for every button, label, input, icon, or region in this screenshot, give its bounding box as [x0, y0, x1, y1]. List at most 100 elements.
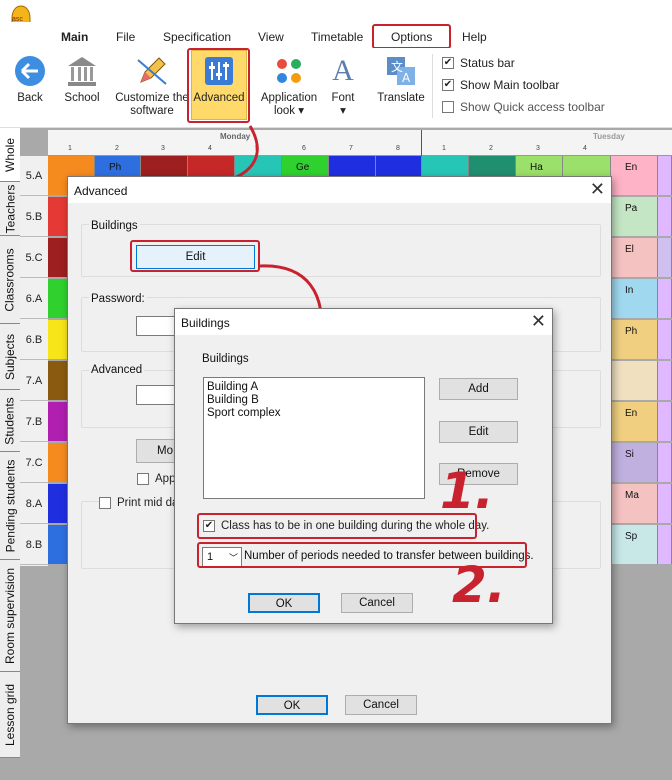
view-tabs: Whole Teachers Classrooms Subjects Students P…	[0, 128, 20, 758]
menu-specification[interactable]: Specification	[163, 30, 231, 44]
buildings-ok-button[interactable]: OK	[248, 593, 320, 613]
show-quick-access-label: Show Quick access toolbar	[460, 100, 605, 114]
tab-label: Lesson grid	[3, 683, 18, 746]
timetable-card-label: In	[625, 285, 634, 296]
period-number: 3	[536, 145, 540, 152]
menu-main[interactable]: Main	[61, 30, 88, 44]
class-row-label[interactable]: 6.A	[20, 279, 48, 319]
customize-button[interactable]: Customize the software	[114, 54, 190, 118]
annotation-number-2: 2.	[452, 556, 506, 614]
class-row-label[interactable]: 7.C	[20, 443, 48, 483]
tab-room-supervision[interactable]: Room supervision	[0, 560, 20, 672]
school-label: School	[64, 92, 100, 104]
timetable-card-label: En	[625, 408, 638, 419]
timetable-card-label: Ph	[625, 326, 638, 337]
font-icon: A	[332, 54, 354, 87]
timetable-card[interactable]	[658, 279, 672, 318]
tab-classrooms[interactable]: Classrooms	[0, 236, 20, 324]
timetable-card-label: Ha	[530, 162, 543, 173]
tab-pending-students[interactable]: Pending students	[0, 452, 20, 560]
timetable-card[interactable]	[658, 156, 672, 195]
timetable-card[interactable]	[611, 443, 658, 482]
timetable-card[interactable]	[658, 238, 672, 277]
timetable-card[interactable]	[658, 197, 672, 236]
edit-building-button[interactable]: Edit	[439, 421, 518, 443]
translate-button[interactable]: 文A Translate	[376, 54, 426, 105]
tab-whole[interactable]: Whole	[0, 128, 20, 182]
close-icon[interactable]: ✕	[590, 179, 605, 200]
close-icon[interactable]: ✕	[531, 311, 546, 332]
svg-text:A: A	[402, 71, 411, 85]
timetable-card[interactable]	[658, 361, 672, 400]
show-main-toolbar-label: Show Main toolbar	[460, 78, 560, 92]
appr-checkbox[interactable]: Appr	[137, 473, 179, 485]
class-row-label[interactable]: 5.B	[20, 197, 48, 237]
buildings-dialog-title: Buildings	[181, 316, 230, 330]
application-look-button[interactable]: Application look ▾	[258, 54, 320, 118]
school-button[interactable]: School	[60, 54, 104, 105]
back-label: Back	[17, 92, 43, 104]
buildings-list-label: Buildings	[202, 353, 249, 365]
back-button[interactable]: Back	[10, 54, 50, 105]
period-number: 1	[68, 145, 72, 152]
class-row-label[interactable]: 5.C	[20, 238, 48, 278]
mo-button[interactable]: Mo	[136, 439, 178, 463]
font-label: Font	[331, 92, 355, 104]
day-tuesday: Tuesday	[593, 132, 625, 141]
tab-students[interactable]: Students	[0, 390, 20, 452]
building-list-item[interactable]: Sport complex	[207, 407, 421, 420]
timetable-card[interactable]	[611, 361, 658, 400]
translate-icon: 文A	[384, 54, 418, 88]
buildings-dialog-titlebar: Buildings	[175, 309, 552, 335]
timetable-card-label: Ma	[625, 490, 639, 501]
show-main-toolbar-checkbox[interactable]: ✔ Show Main toolbar	[442, 78, 559, 92]
tab-teachers[interactable]: Teachers	[0, 182, 20, 236]
class-row-label[interactable]: 6.B	[20, 320, 48, 360]
period-number: 1	[442, 145, 446, 152]
status-bar-checkbox[interactable]: ✔ Status bar	[442, 56, 515, 70]
class-row-label[interactable]: 7.A	[20, 361, 48, 401]
menu-timetable[interactable]: Timetable	[311, 30, 363, 44]
unchecked-box-icon	[137, 473, 149, 485]
font-button[interactable]: A Font ▾	[326, 54, 360, 118]
class-row-label[interactable]: 8.A	[20, 484, 48, 524]
show-quick-access-checkbox[interactable]: Show Quick access toolbar	[442, 100, 605, 114]
buildings-list[interactable]: Building A Building B Sport complex	[203, 377, 425, 499]
timetable-card[interactable]	[658, 484, 672, 523]
timetable-card[interactable]	[611, 279, 658, 318]
tab-label: Classrooms	[3, 247, 18, 312]
building-list-item[interactable]: Building A	[207, 381, 421, 394]
tab-subjects[interactable]: Subjects	[0, 324, 20, 390]
menu-bar: Main File Specification View Timetable O…	[0, 22, 672, 48]
password-input[interactable]	[136, 316, 178, 336]
class-row-label[interactable]: 5.A	[20, 156, 48, 196]
day-divider	[421, 130, 422, 156]
menu-help[interactable]: Help	[462, 30, 487, 44]
timetable-card[interactable]	[658, 525, 672, 564]
menu-view[interactable]: View	[258, 30, 284, 44]
advanced-input[interactable]	[136, 385, 178, 405]
unchecked-box-icon	[99, 497, 111, 509]
timetable-card-label: El	[625, 244, 634, 255]
class-row-label[interactable]: 8.B	[20, 525, 48, 565]
building-list-item[interactable]: Building B	[207, 394, 421, 407]
timetable-card[interactable]	[658, 443, 672, 482]
print-mid-day-checkbox[interactable]: Print mid day	[99, 497, 185, 509]
tab-label: Room supervision	[3, 567, 18, 664]
advanced-ok-button[interactable]: OK	[256, 695, 328, 715]
advanced-cancel-button[interactable]: Cancel	[345, 695, 417, 715]
buildings-cancel-button[interactable]: Cancel	[341, 593, 413, 613]
menu-file[interactable]: File	[116, 30, 135, 44]
tab-lesson-grid[interactable]: Lesson grid	[0, 672, 20, 758]
timetable-card[interactable]	[611, 238, 658, 277]
add-building-button[interactable]: Add	[439, 378, 518, 400]
palette-icon	[272, 54, 306, 88]
timetable-card[interactable]	[658, 320, 672, 359]
application-look-label-2: look	[273, 105, 296, 117]
ribbon-toolbar: Back School Customize the software Advan…	[0, 48, 672, 128]
unchecked-box-icon	[442, 101, 454, 113]
period-number: 7	[349, 145, 353, 152]
period-number: 8	[396, 145, 400, 152]
timetable-card[interactable]	[658, 402, 672, 441]
class-row-label[interactable]: 7.B	[20, 402, 48, 442]
